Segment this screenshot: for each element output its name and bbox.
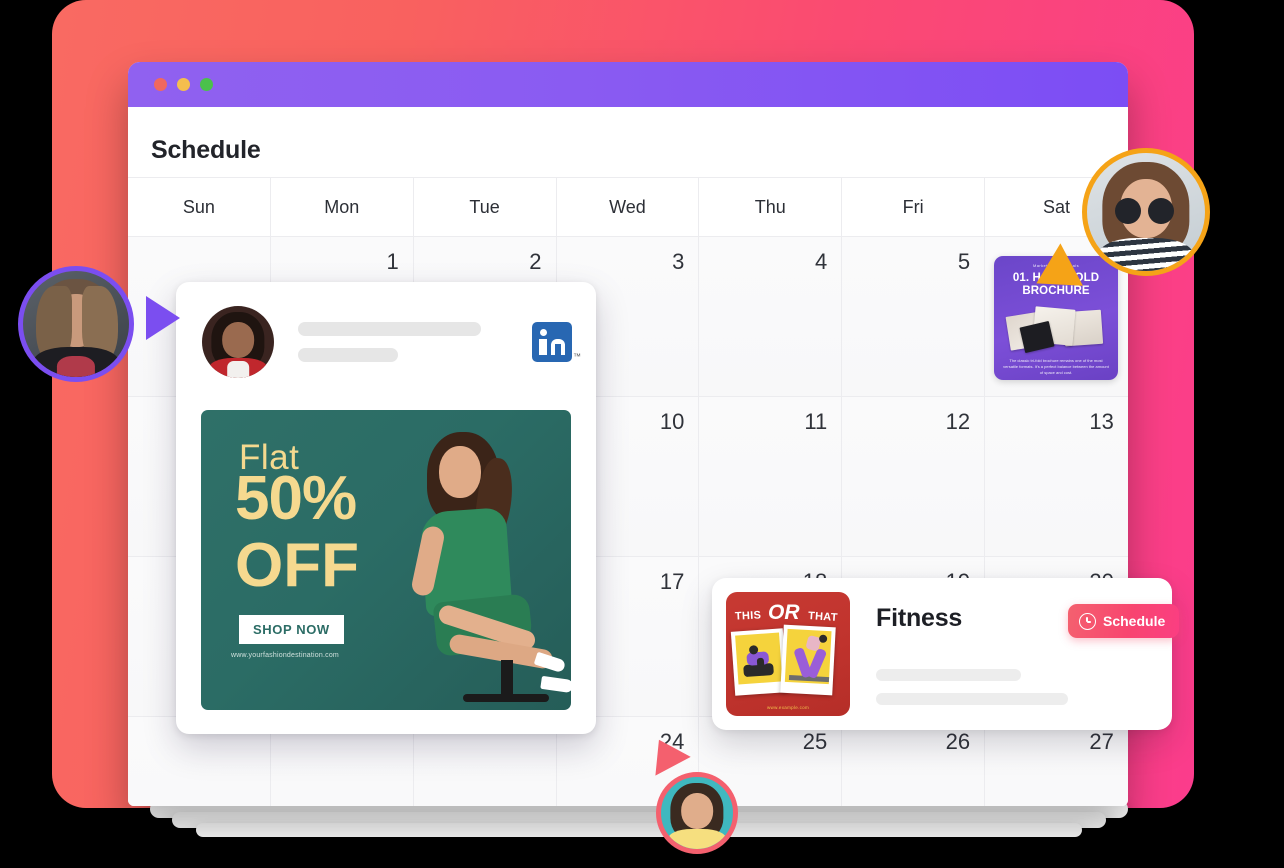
close-button[interactable] (154, 78, 167, 91)
day-number: 12 (945, 409, 971, 434)
linkedin-logo: ™ (532, 322, 581, 362)
day-number: 17 (659, 569, 685, 594)
placeholder-line (876, 692, 1068, 705)
weekday-label: Thu (754, 196, 786, 217)
cursor-pointer-icon (146, 296, 180, 340)
sunglasses-right (1148, 197, 1175, 224)
day-number: 11 (804, 409, 828, 434)
day-cell[interactable]: 5 (842, 237, 986, 397)
thumb-text-this: THIS (734, 609, 762, 623)
weekday-tue: Tue (413, 178, 557, 236)
weekday-mon: Mon (270, 178, 414, 236)
day-cell[interactable]: 26 (842, 717, 986, 806)
model-illustration (356, 410, 571, 710)
window-titlebar (128, 62, 1128, 107)
page-title: Schedule (151, 136, 261, 164)
polaroid-right (780, 624, 836, 696)
weekday-fri: Fri (842, 178, 986, 236)
weekday-thu: Thu (699, 178, 843, 236)
day-number: 2 (529, 249, 542, 274)
promo-discount: 50% (235, 464, 357, 533)
schedule-button-label: Schedule (1103, 613, 1166, 629)
promo-creative: Flat 50% OFF SHOP NOW www.yourfashiondes… (201, 410, 571, 710)
thumb-text-that: THAT (807, 609, 839, 625)
thumb-text-or: OR (768, 601, 800, 624)
avatar (202, 306, 274, 378)
day-number: 26 (945, 729, 971, 754)
promo-url: www.yourfashiondestination.com (231, 652, 339, 659)
promo-off: OFF (235, 531, 359, 600)
linkedin-author-placeholder (274, 322, 532, 362)
day-number: 27 (1089, 729, 1114, 754)
maximize-button[interactable] (200, 78, 213, 91)
shop-now-button[interactable]: SHOP NOW (239, 615, 344, 644)
linkedin-post-header: ™ (176, 282, 596, 378)
sunglasses-left (1115, 197, 1142, 224)
stacked-card-layer-3 (196, 823, 1082, 837)
collaborator-cursor-pink[interactable] (641, 730, 738, 854)
minimize-button[interactable] (177, 78, 190, 91)
placeholder-line (876, 668, 1021, 681)
day-number: 13 (1089, 409, 1114, 434)
clock-icon (1079, 612, 1096, 630)
placeholder-line (298, 348, 398, 362)
weekday-label: Sat (1042, 196, 1070, 217)
weekday-label: Fri (902, 196, 924, 217)
day-cell[interactable]: 12 (842, 397, 986, 557)
placeholder-line (298, 322, 481, 336)
fitness-card-body: Fitness (850, 604, 1068, 705)
day-cell[interactable]: 27 (985, 717, 1128, 806)
avatar (18, 266, 134, 382)
fitness-thumbnail: THIS OR THAT www.example.com (726, 592, 850, 716)
weekday-label: Wed (609, 196, 646, 217)
brochure-body: The classic tri-fold brochure remains on… (1003, 357, 1109, 375)
calendar-weekday-header: Sun Mon Tue Wed Thu Fri Sat (128, 177, 1128, 237)
schedule-button[interactable]: Schedule (1068, 604, 1180, 638)
weekday-wed: Wed (556, 178, 700, 236)
screenshot-stage: Schedule Sun Mon Tue Wed Thu Fri Sat 1 2… (0, 0, 1284, 868)
day-cell[interactable]: 4 (699, 237, 843, 397)
thumb-url: www.example.com (766, 705, 809, 710)
weekday-label: Sun (182, 196, 215, 217)
day-number: 3 (672, 249, 685, 274)
weekday-label: Tue (469, 196, 500, 217)
collaborator-cursor-purple[interactable] (18, 266, 180, 382)
fitness-post-card[interactable]: THIS OR THAT www.example.com Fitness Sch… (712, 578, 1180, 730)
day-cell[interactable]: 13 (985, 397, 1128, 557)
weekday-sun: Sun (128, 178, 271, 236)
linkedin-post-preview[interactable]: ™ Flat 50% OFF SHOP NOW www.yourfashiond… (176, 282, 596, 734)
avatar (1082, 148, 1210, 276)
brochure-artwork (1004, 304, 1108, 353)
collaborator-cursor-orange[interactable] (1025, 148, 1210, 305)
day-number: 5 (957, 249, 971, 274)
day-number: 10 (659, 409, 685, 434)
day-number: 4 (814, 249, 828, 274)
avatar (656, 772, 738, 854)
weekday-label: Mon (324, 196, 360, 217)
polaroid-left (730, 628, 788, 696)
day-cell[interactable]: 11 (699, 397, 843, 557)
fitness-title: Fitness (876, 603, 963, 632)
day-number: 1 (386, 249, 399, 274)
day-number: 25 (802, 729, 828, 754)
